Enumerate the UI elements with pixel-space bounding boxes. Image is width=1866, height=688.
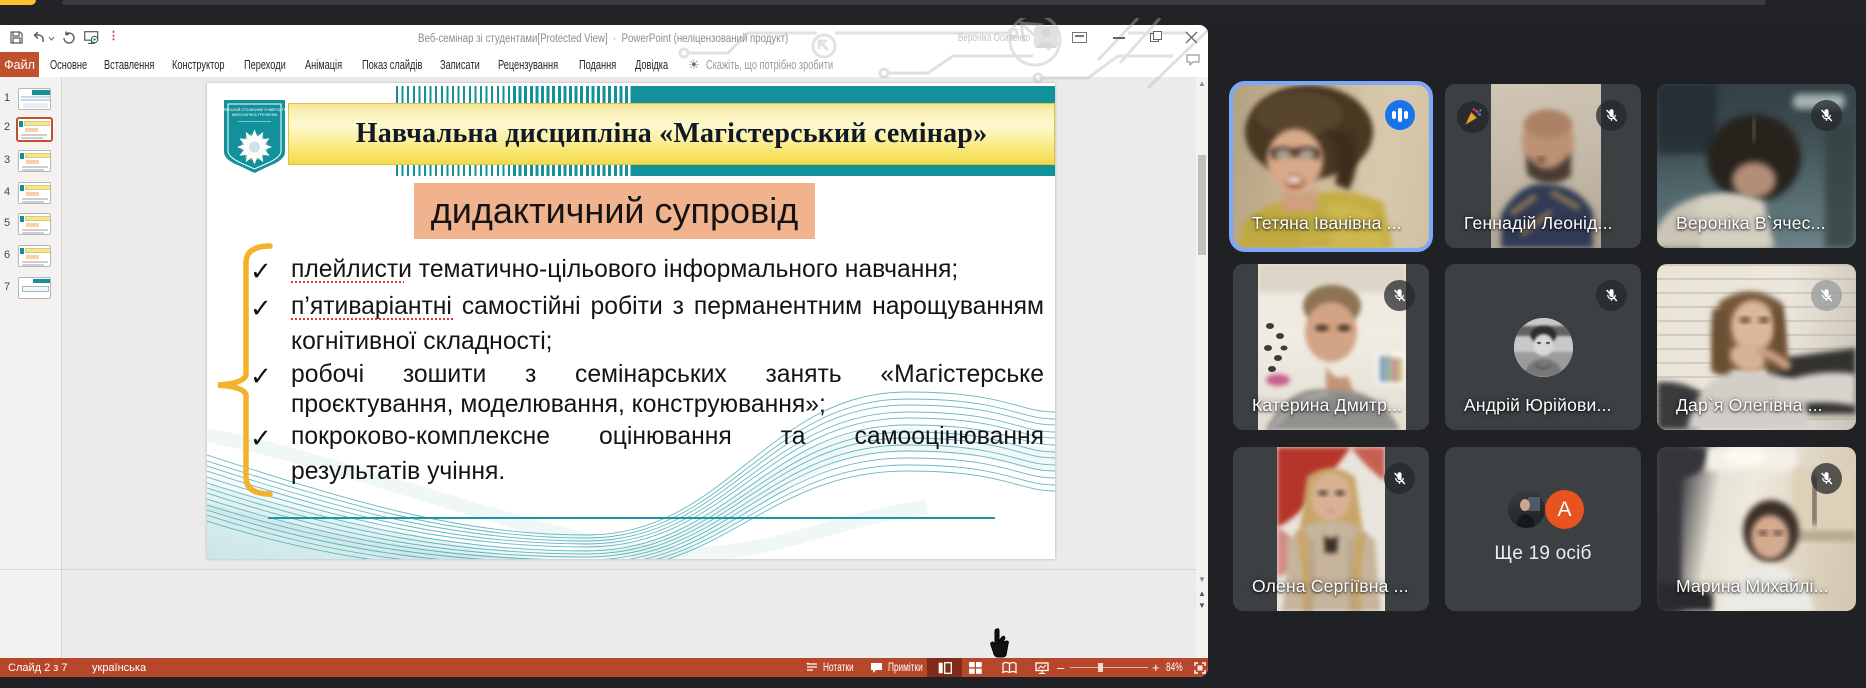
svg-text:ІМЕНІ БОРИСА ГРІНЧЕНКА: ІМЕНІ БОРИСА ГРІНЧЕНКА xyxy=(232,113,278,117)
svg-text:КИЇВСЬКИЙ СТОЛИЧНИЙ УНІВЕРСИТЕ: КИЇВСЬКИЙ СТОЛИЧНИЙ УНІВЕРСИТЕТ xyxy=(224,108,285,112)
